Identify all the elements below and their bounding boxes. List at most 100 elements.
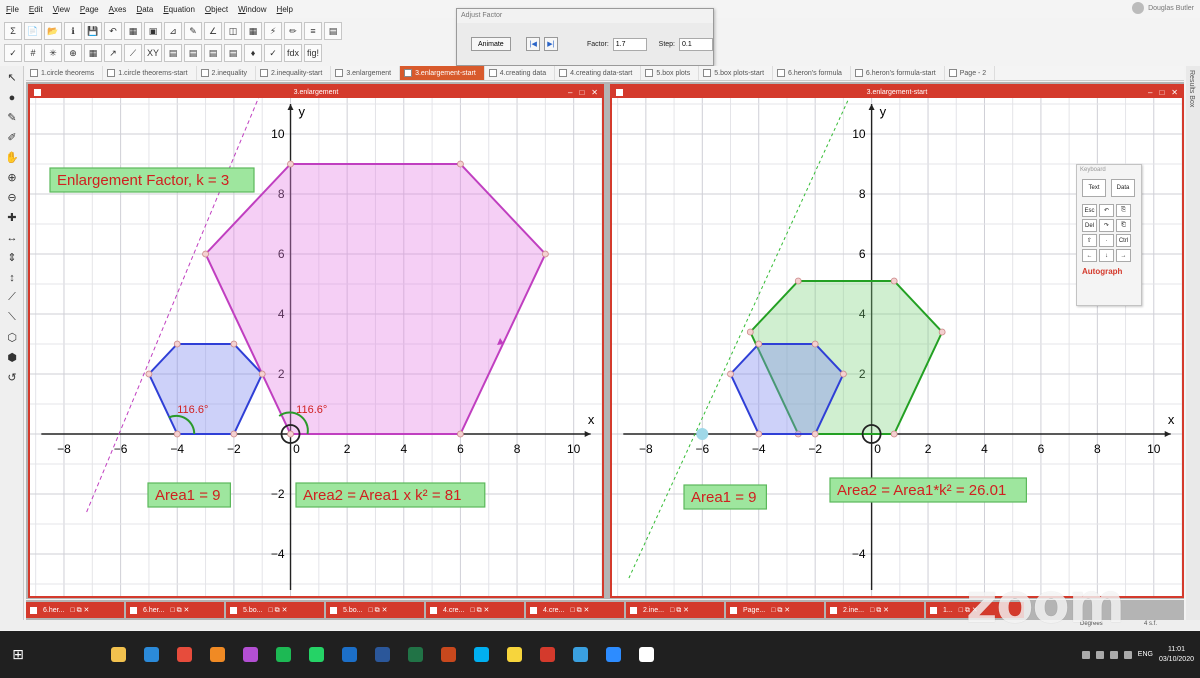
window-controls[interactable]: □ ⧉ ✕: [771, 606, 790, 615]
page-tab[interactable]: 4.creating data: [485, 66, 556, 80]
keyboard-key[interactable]: Ctrl: [1116, 234, 1131, 247]
close-button[interactable]: ✕: [591, 88, 598, 97]
user-account[interactable]: Douglas Butler: [1132, 2, 1194, 14]
label-area2[interactable]: Area2 = Area1 x k² = 81: [295, 482, 486, 508]
taskbar-app-whatsapp[interactable]: [300, 631, 333, 678]
toolbar-button[interactable]: ▤: [204, 44, 223, 62]
taskbar-app-chrome[interactable]: [168, 631, 201, 678]
tray-icon[interactable]: [1123, 650, 1132, 659]
taskbar-app-outlook[interactable]: [333, 631, 366, 678]
taskbar-app-search[interactable]: [36, 631, 69, 678]
menu-item[interactable]: Help: [277, 5, 293, 14]
page-tab[interactable]: 6.heron's formula: [773, 66, 851, 80]
minimized-window-tab[interactable]: 6.her... □ ⧉ ✕: [126, 602, 224, 618]
taskbar-app-word[interactable]: [366, 631, 399, 678]
menu-item[interactable]: File: [6, 5, 19, 14]
window-controls[interactable]: □ ⧉ ✕: [570, 606, 589, 615]
restore-button[interactable]: □: [579, 88, 584, 97]
vertex-point[interactable]: [839, 370, 847, 378]
tool-icon[interactable]: ⟍: [3, 309, 21, 326]
step-forward-button[interactable]: ▶|: [544, 37, 558, 51]
window-controls[interactable]: □ ⧉ ✕: [170, 606, 189, 615]
menu-item[interactable]: View: [53, 5, 70, 14]
toolbar-button[interactable]: ⚡: [264, 22, 282, 40]
taskbar-app-clock[interactable]: [630, 631, 663, 678]
taskbar-app-unknown-app[interactable]: [234, 631, 267, 678]
menu-item[interactable]: Window: [238, 5, 266, 14]
toolbar-button[interactable]: ⟋: [124, 44, 142, 62]
tool-icon[interactable]: ⇕: [3, 249, 21, 266]
minimized-window-tab[interactable]: 2.ine... □ ⧉ ✕: [626, 602, 724, 618]
tool-icon[interactable]: ⊖: [3, 189, 21, 206]
toolbar-button[interactable]: ♦: [244, 44, 263, 62]
toolbar-button[interactable]: ⊕: [64, 44, 82, 62]
tool-icon[interactable]: ⬡: [3, 329, 21, 346]
label-area1[interactable]: Area1 = 9: [147, 482, 232, 508]
language-indicator[interactable]: ENG: [1138, 651, 1153, 658]
toolbar-button[interactable]: ▦: [84, 44, 102, 62]
toolbar-button[interactable]: ✎: [184, 22, 202, 40]
minimized-window-tab[interactable]: 2.ine... □ ⧉ ✕: [826, 602, 924, 618]
taskbar-app-excel[interactable]: [399, 631, 432, 678]
vertex-point[interactable]: [173, 430, 181, 438]
tool-icon[interactable]: ●: [3, 89, 21, 106]
vertex-point[interactable]: [541, 250, 549, 258]
vertex-point[interactable]: [890, 430, 898, 438]
page-tab[interactable]: 5.box plots: [641, 66, 700, 80]
vertex-point[interactable]: [287, 430, 294, 438]
window-controls[interactable]: □ ⧉ ✕: [70, 606, 89, 615]
step-back-button[interactable]: |◀: [526, 37, 541, 51]
toolbar-button[interactable]: ◫: [224, 22, 242, 40]
page-tab[interactable]: 3.enlargement: [331, 66, 401, 80]
tool-icon[interactable]: ⟋: [3, 289, 21, 306]
menu-item[interactable]: Data: [136, 5, 153, 14]
vertex-point[interactable]: [258, 370, 266, 378]
object-hexagon[interactable]: [147, 343, 264, 435]
taskbar-app-browser[interactable]: [564, 631, 597, 678]
vertex-point[interactable]: [230, 430, 238, 438]
label-area2[interactable]: Area2 = Area1*k² = 26.01: [829, 477, 1027, 503]
taskbar-app-firefox[interactable]: [201, 631, 234, 678]
page-tab[interactable]: 3.enlargement-start: [400, 66, 485, 80]
menu-item[interactable]: Object: [205, 5, 228, 14]
minimized-window-tab[interactable]: 6.her... □ ⧉ ✕: [26, 602, 124, 618]
page-tab[interactable]: 6.heron's formula-start: [851, 66, 945, 80]
keyboard-mode-key[interactable]: Text: [1082, 179, 1106, 197]
keyboard-key[interactable]: ↷: [1099, 219, 1114, 232]
factor-input[interactable]: [612, 37, 647, 51]
menu-item[interactable]: Page: [80, 5, 99, 14]
toolbar-button[interactable]: 💾: [84, 22, 102, 40]
keyboard-key[interactable]: ⇧: [1082, 234, 1097, 247]
tool-icon[interactable]: ⊕: [3, 169, 21, 186]
page-tab[interactable]: Page - 2: [945, 66, 996, 80]
page-tab[interactable]: 5.box plots-start: [699, 66, 774, 80]
vertex-point[interactable]: [173, 340, 181, 348]
keyboard-key[interactable]: ·: [1099, 234, 1114, 247]
vertex-point[interactable]: [457, 430, 464, 438]
minimized-window-tab[interactable]: 4.cre... □ ⧉ ✕: [526, 602, 624, 618]
toolbar-button[interactable]: 📄: [24, 22, 42, 40]
vertex-point[interactable]: [794, 277, 802, 285]
step-input[interactable]: [679, 37, 714, 51]
toolbar-button[interactable]: 📂: [44, 22, 62, 40]
page-tab[interactable]: 1.circle theorems-start: [103, 66, 197, 80]
page-tab[interactable]: 4.creating data-start: [555, 66, 642, 80]
taskbar-app-zoom[interactable]: [597, 631, 630, 678]
keyboard-key[interactable]: ↶: [1099, 204, 1114, 217]
window-controls[interactable]: □ ⧉ ✕: [268, 606, 287, 615]
toolbar-button[interactable]: ⊿: [164, 22, 182, 40]
taskbar-app-spotify[interactable]: [267, 631, 300, 678]
toolbar-button[interactable]: ▤: [164, 44, 183, 62]
toolbar-button[interactable]: ✳: [44, 44, 62, 62]
taskbar-app-skype[interactable]: [465, 631, 498, 678]
vertex-point[interactable]: [938, 328, 946, 336]
vertex-point[interactable]: [890, 277, 898, 285]
tool-icon[interactable]: ✚: [3, 209, 21, 226]
toolbar-button[interactable]: fdx: [284, 44, 303, 62]
window-controls[interactable]: □ ⧉ ✕: [368, 606, 387, 615]
vertex-point[interactable]: [202, 250, 209, 258]
keyboard-key[interactable]: Del: [1082, 219, 1097, 232]
center-point[interactable]: [696, 428, 709, 440]
toolbar-button[interactable]: ≡: [304, 22, 322, 40]
toolbar-button[interactable]: ▦: [124, 22, 142, 40]
